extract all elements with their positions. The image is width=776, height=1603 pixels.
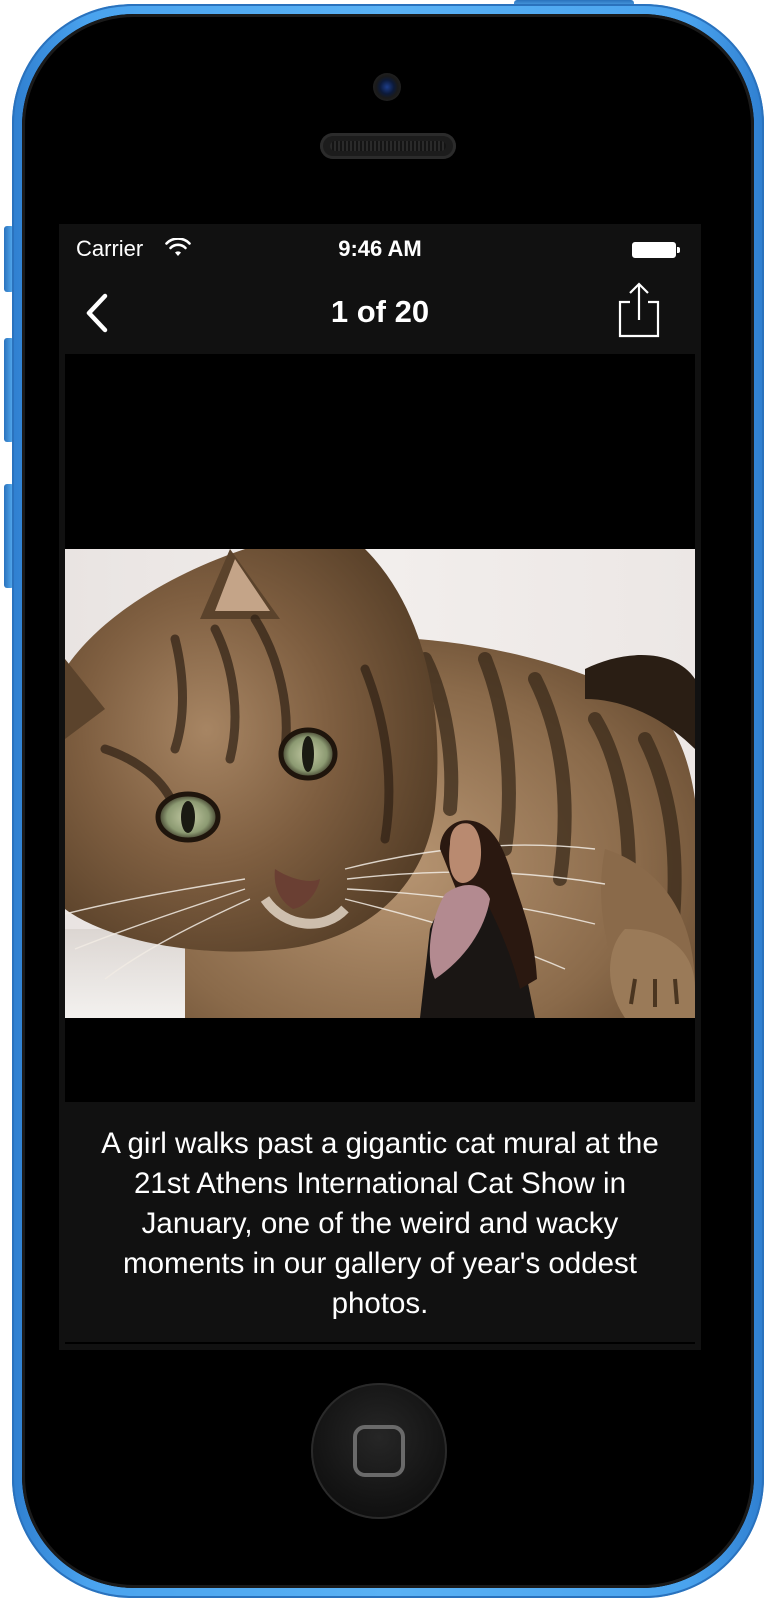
cat-mural-photo[interactable] [65, 549, 695, 1018]
battery-icon [632, 242, 680, 258]
home-button[interactable] [311, 1383, 447, 1519]
share-button[interactable] [616, 282, 662, 340]
home-square-icon [353, 1425, 405, 1477]
page-counter-title: 1 of 20 [330, 294, 430, 329]
navigation-bar: Carrier 9:46 AM 1 of 20 [65, 230, 695, 354]
share-icon [618, 282, 660, 338]
status-time: 9:46 AM [338, 236, 422, 261]
photo-caption: A girl walks past a gigantic cat mural a… [65, 1102, 695, 1342]
caption-text: A girl walks past a gigantic cat mural a… [101, 1127, 659, 1320]
phone-screen: Carrier 9:46 AM 1 of 20 A girl walks pas… [59, 224, 701, 1350]
front-camera [373, 73, 401, 101]
photo-image [65, 549, 695, 1018]
status-bar: Carrier 9:46 AM [65, 230, 695, 272]
photo-viewer[interactable] [65, 354, 695, 1102]
earpiece-speaker [320, 133, 456, 159]
